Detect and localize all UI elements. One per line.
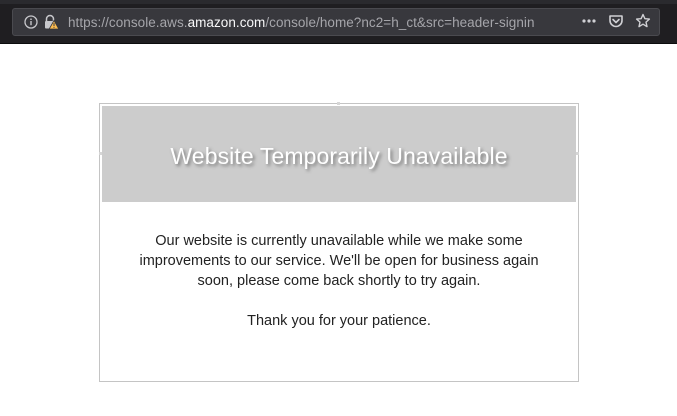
tab-strip-edge	[0, 0, 677, 4]
thank-you-message: Thank you for your patience.	[247, 313, 431, 329]
url-text[interactable]: https://console.aws.amazon.com/console/h…	[68, 15, 535, 31]
error-card: Website Temporarily Unavailable Our webs…	[99, 102, 579, 382]
url-path: /console/home?nc2=h_ct&src=header-signin	[265, 15, 535, 30]
url-domain: amazon.com	[187, 15, 266, 30]
error-message: Our website is currently unavailable whi…	[100, 231, 578, 291]
page-title: Website Temporarily Unavailable	[170, 142, 508, 169]
message-line: improvements to our service. We'll be op…	[139, 253, 539, 269]
more-actions-icon[interactable]	[581, 13, 597, 34]
browser-toolbar: https://console.aws.amazon.com/console/h…	[0, 0, 677, 44]
resize-handle-left	[99, 152, 102, 155]
error-banner: Website Temporarily Unavailable	[102, 106, 576, 202]
address-bar[interactable]: https://console.aws.amazon.com/console/h…	[12, 8, 660, 36]
message-line: soon, please come back shortly to try ag…	[197, 273, 481, 289]
address-bar-actions	[581, 13, 651, 33]
message-line: Our website is currently unavailable whi…	[155, 233, 523, 249]
resize-handle-top	[337, 102, 340, 105]
bookmark-star-icon[interactable]	[635, 13, 651, 34]
resize-handle-right	[576, 152, 579, 155]
insecure-lock-icon[interactable]	[43, 14, 60, 30]
pocket-icon[interactable]	[608, 13, 624, 34]
info-icon[interactable]	[24, 15, 38, 29]
url-prefix: https://console.aws.	[68, 15, 188, 30]
